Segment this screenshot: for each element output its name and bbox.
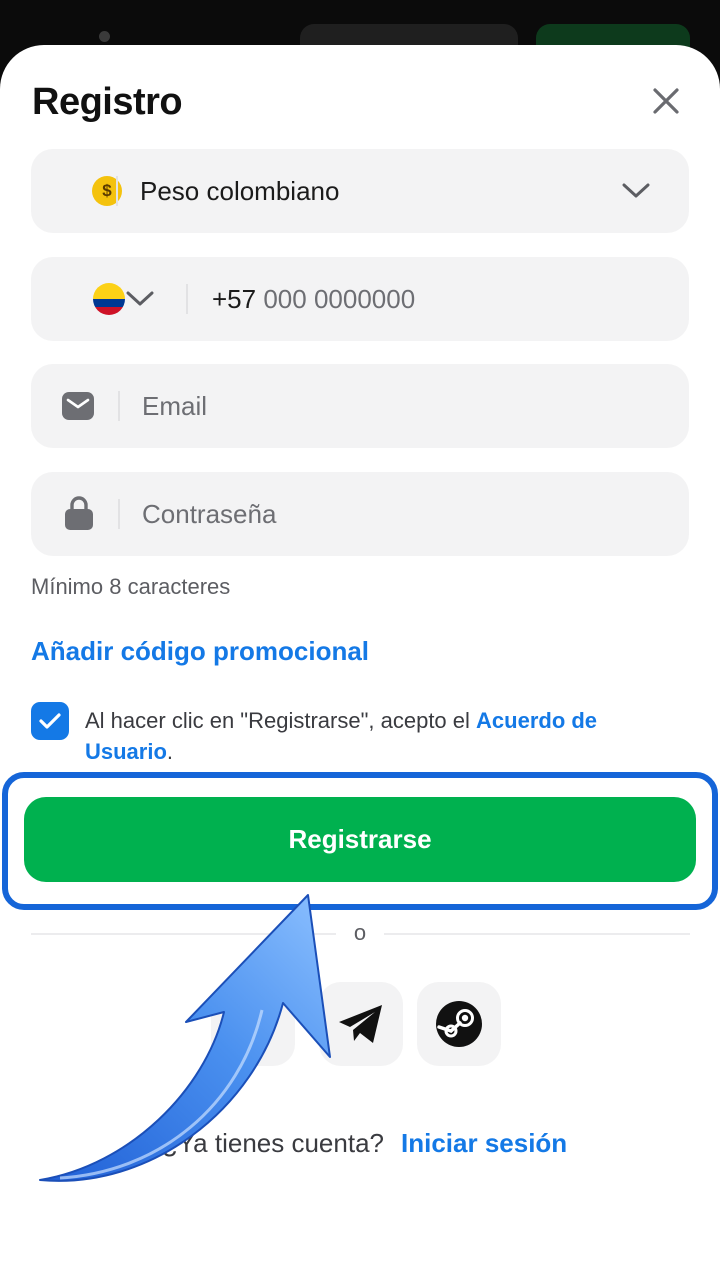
close-icon xyxy=(653,88,679,114)
divider-line xyxy=(31,933,336,935)
field-separator xyxy=(118,499,120,529)
phone-placeholder: 000 0000000 xyxy=(263,284,416,314)
terms-checkbox[interactable] xyxy=(31,702,69,740)
field-separator xyxy=(186,284,188,314)
country-chevron-down-icon[interactable] xyxy=(125,289,155,309)
phone-prefix: +57 xyxy=(212,284,257,314)
colombia-flag-icon xyxy=(93,283,125,315)
chevron-down-icon xyxy=(622,183,650,198)
password-hint: Mínimo 8 caracteres xyxy=(31,574,231,599)
field-separator xyxy=(118,391,120,421)
divider-line xyxy=(384,933,690,935)
lock-icon xyxy=(65,496,93,530)
steam-icon xyxy=(436,1001,482,1047)
envelope-icon xyxy=(62,392,94,420)
telegram-icon xyxy=(339,1005,382,1043)
password-field[interactable]: Contraseña xyxy=(31,472,689,556)
terms-text: Al hacer clic en "Registrarse", acepto e… xyxy=(85,708,598,764)
steam-login-button[interactable] xyxy=(417,982,501,1066)
divider-label: o xyxy=(353,920,367,945)
registration-sheet: Registro $ Peso colombiano +57 000 00000… xyxy=(0,45,720,1280)
currency-select[interactable]: $ Peso colombiano xyxy=(31,149,689,233)
password-input[interactable]: Contraseña xyxy=(142,472,276,556)
background-indicator xyxy=(99,31,110,42)
field-separator xyxy=(116,176,118,206)
close-button[interactable] xyxy=(646,81,686,121)
add-promo-code-link[interactable]: Añadir código promocional xyxy=(31,636,369,667)
checkmark-icon xyxy=(39,713,61,729)
telegram-login-button[interactable] xyxy=(319,982,403,1066)
login-prompt: ¿Ya tienes cuenta? xyxy=(161,1128,384,1158)
register-button[interactable]: Registrarse xyxy=(24,797,696,882)
email-input[interactable]: Email xyxy=(142,364,207,448)
phone-input[interactable]: +57 000 0000000 xyxy=(212,257,415,341)
currency-value: Peso colombiano xyxy=(140,176,340,206)
google-login-button[interactable] xyxy=(211,982,295,1066)
page-title: Registro xyxy=(32,81,183,123)
email-field[interactable]: Email xyxy=(31,364,689,448)
login-link[interactable]: Iniciar sesión xyxy=(401,1128,567,1159)
phone-field[interactable]: +57 000 0000000 xyxy=(31,257,689,341)
